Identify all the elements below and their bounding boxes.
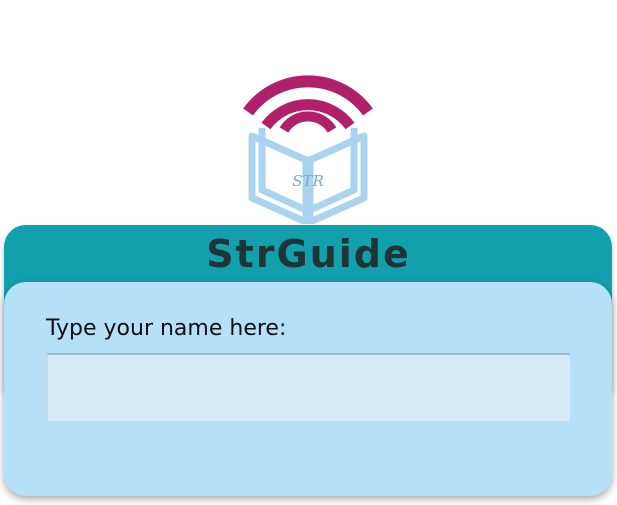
logo-initials: STR: [292, 172, 324, 190]
signal-arc-inner: [279, 111, 337, 133]
app-title: StrGuide: [206, 232, 411, 276]
app-logo: STR: [238, 74, 378, 224]
book-wifi-icon: STR: [243, 75, 373, 224]
name-label: Type your name here:: [46, 316, 287, 341]
name-input[interactable]: [46, 353, 570, 421]
